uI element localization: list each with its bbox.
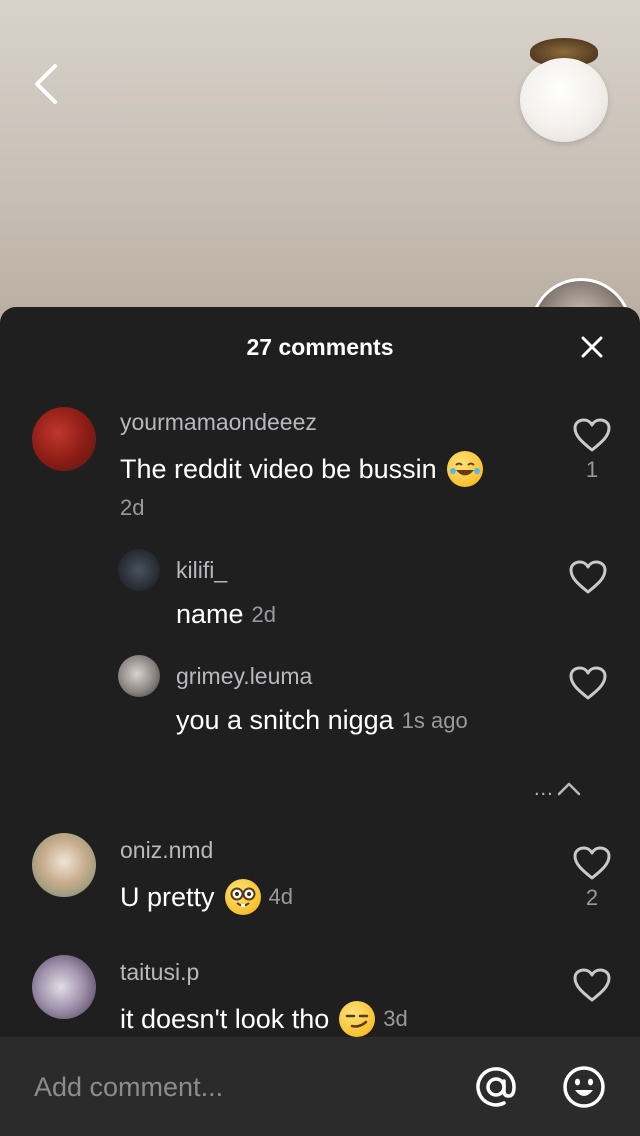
avatar[interactable] <box>118 549 160 591</box>
comment-body: you a snitch nigga <box>176 705 394 735</box>
comments-panel: 27 comments yourmamaondeeez The reddit v… <box>0 307 640 1136</box>
comment-item: oniz.nmd U pretty 4d 2 <box>0 829 640 939</box>
like-count: 1 <box>585 457 599 482</box>
comment-composer <box>0 1037 640 1136</box>
comment-text: it doesn't look tho 3d <box>120 1001 408 1037</box>
close-icon <box>581 336 603 358</box>
chevron-left-icon <box>35 64 57 104</box>
comment-body: name <box>176 599 244 629</box>
collapse-dots: ... <box>534 777 554 800</box>
video-background <box>0 0 640 330</box>
comment-time: 2d <box>120 495 145 520</box>
comment-text: name 2d <box>176 599 276 630</box>
avatar[interactable] <box>32 955 96 1019</box>
comment-username[interactable]: yourmamaondeeez <box>120 409 317 436</box>
comment-time: 3d <box>383 1006 408 1031</box>
add-comment-input[interactable] <box>34 1067 434 1107</box>
smiley-icon <box>563 1066 605 1108</box>
heart-outline-icon <box>573 968 611 1002</box>
like-button[interactable] <box>570 967 614 1003</box>
at-sign-icon <box>476 1067 516 1107</box>
nerd-face-emoji <box>224 879 261 915</box>
like-button[interactable] <box>566 559 610 595</box>
comment-text: The reddit video be bussin <box>120 451 483 487</box>
comment-item: yourmamaondeeez The reddit video be buss… <box>0 403 640 533</box>
chevron-up-icon <box>557 782 580 796</box>
comment-username[interactable]: oniz.nmd <box>120 837 213 864</box>
comment-username[interactable]: grimey.leuma <box>176 663 312 690</box>
comment-time: 1s ago <box>401 707 468 733</box>
like-button[interactable]: 1 <box>570 417 614 483</box>
comment-text: you a snitch nigga 1s ago <box>176 705 468 736</box>
comment-username[interactable]: kilifi_ <box>176 557 227 584</box>
reply-item: grimey.leuma you a snitch nigga 1s ago <box>0 653 640 753</box>
comment-item: taitusi.p it doesn't look tho 3d <box>0 951 640 1041</box>
avatar[interactable] <box>32 833 96 897</box>
ceiling-lamp-globe <box>520 58 608 142</box>
heart-outline-icon <box>573 846 611 880</box>
smirk-emoji <box>339 1001 376 1037</box>
collapse-replies-button[interactable]: ... <box>534 775 584 803</box>
heart-outline-icon <box>569 666 607 700</box>
comment-time: 2d <box>251 601 277 627</box>
back-button[interactable] <box>26 60 66 108</box>
comment-body: U pretty <box>120 881 215 912</box>
emoji-picker-button[interactable] <box>560 1063 608 1111</box>
laughing-tears-emoji <box>446 451 483 487</box>
comments-header: 27 comments <box>0 307 640 387</box>
avatar[interactable] <box>118 655 160 697</box>
close-button[interactable] <box>578 333 606 361</box>
comment-body: The reddit video be bussin <box>120 453 437 484</box>
reply-item: kilifi_ name 2d <box>0 547 640 647</box>
like-count: 2 <box>585 885 599 910</box>
like-button[interactable] <box>566 665 610 701</box>
comment-text: U pretty 4d <box>120 879 293 915</box>
comment-body: it doesn't look tho <box>120 1003 330 1034</box>
comment-time: 4d <box>268 884 294 909</box>
heart-outline-icon <box>573 418 611 452</box>
comment-username[interactable]: taitusi.p <box>120 959 199 986</box>
mention-button[interactable] <box>472 1063 520 1111</box>
avatar[interactable] <box>32 407 96 471</box>
comments-count-title: 27 comments <box>246 333 394 360</box>
heart-outline-icon <box>569 560 607 594</box>
like-button[interactable]: 2 <box>570 845 614 911</box>
